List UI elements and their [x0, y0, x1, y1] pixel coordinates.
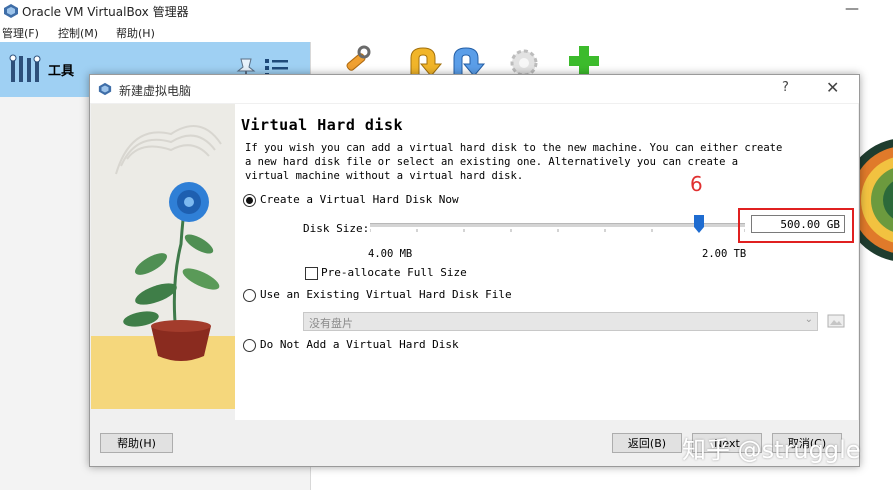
help-button[interactable]: 帮助(H): [100, 433, 173, 453]
watermark: 知乎 @struggle: [682, 436, 861, 464]
annotation-highlight: [738, 208, 854, 243]
dialog-title: 新建虚拟电脑: [119, 84, 192, 98]
menu-bar: 管理(F) 控制(M) 帮助(H): [0, 22, 893, 42]
import-icon[interactable]: [403, 44, 443, 78]
window-titlebar: Oracle VM VirtualBox 管理器 —: [0, 0, 893, 22]
tools-icon: [9, 54, 41, 82]
preallocate-checkbox[interactable]: [305, 267, 318, 280]
create-disk-radio[interactable]: [243, 194, 256, 207]
page-title: Virtual Hard disk: [241, 116, 404, 134]
wrench-icon[interactable]: [334, 44, 374, 78]
new-vm-dialog: 新建虚拟电脑 ? ✕ Virtual Hard disk If you wish…: [89, 74, 860, 467]
no-disk-radio[interactable]: [243, 339, 256, 352]
plant-illustration: [91, 104, 235, 409]
window-title: Oracle VM VirtualBox 管理器: [22, 5, 189, 19]
page-description: If you wish you can add a virtual hard d…: [245, 142, 783, 182]
chevron-down-icon: ⌄: [804, 314, 813, 325]
slider-max-label: 2.00 TB: [702, 248, 747, 260]
slider-min-label: 4.00 MB: [368, 248, 413, 260]
menu-help[interactable]: 帮助(H): [116, 25, 155, 41]
no-disk-label[interactable]: Do Not Add a Virtual Hard Disk: [260, 338, 459, 351]
step-annotation: 6: [690, 172, 703, 196]
gear-icon[interactable]: [504, 44, 544, 78]
menu-file[interactable]: 管理(F): [2, 25, 39, 41]
preallocate-label[interactable]: Pre-allocate Full Size: [321, 266, 467, 279]
existing-disk-radio[interactable]: [243, 289, 256, 302]
minimize-button[interactable]: —: [832, 0, 872, 22]
disk-size-slider[interactable]: [370, 223, 745, 227]
disk-size-label: Disk Size:: [303, 222, 370, 235]
existing-disk-label[interactable]: Use an Existing Virtual Hard Disk File: [260, 288, 512, 301]
close-icon[interactable]: ✕: [826, 78, 839, 97]
help-icon[interactable]: ?: [782, 80, 789, 95]
export-icon[interactable]: [446, 44, 486, 78]
existing-disk-select[interactable]: 没有盘片 ⌄: [303, 312, 818, 331]
background-decoration: [855, 139, 893, 261]
virtualbox-logo-icon: [4, 4, 18, 18]
create-disk-label[interactable]: Create a Virtual Hard Disk Now: [260, 193, 459, 206]
slider-thumb[interactable]: [694, 215, 704, 233]
existing-disk-select-value: 没有盘片: [309, 317, 353, 330]
folder-browse-icon[interactable]: [827, 312, 845, 330]
menu-machine[interactable]: 控制(M): [58, 25, 98, 41]
virtualbox-logo-icon: [98, 82, 112, 96]
wizard-page: Virtual Hard disk If you wish you can ad…: [235, 104, 858, 420]
slider-ticks: [370, 229, 745, 232]
back-button[interactable]: 返回(B): [612, 433, 682, 453]
sidebar-item-label: 工具: [48, 64, 75, 79]
dialog-titlebar: 新建虚拟电脑 ? ✕: [90, 75, 859, 103]
add-icon[interactable]: [564, 44, 604, 78]
